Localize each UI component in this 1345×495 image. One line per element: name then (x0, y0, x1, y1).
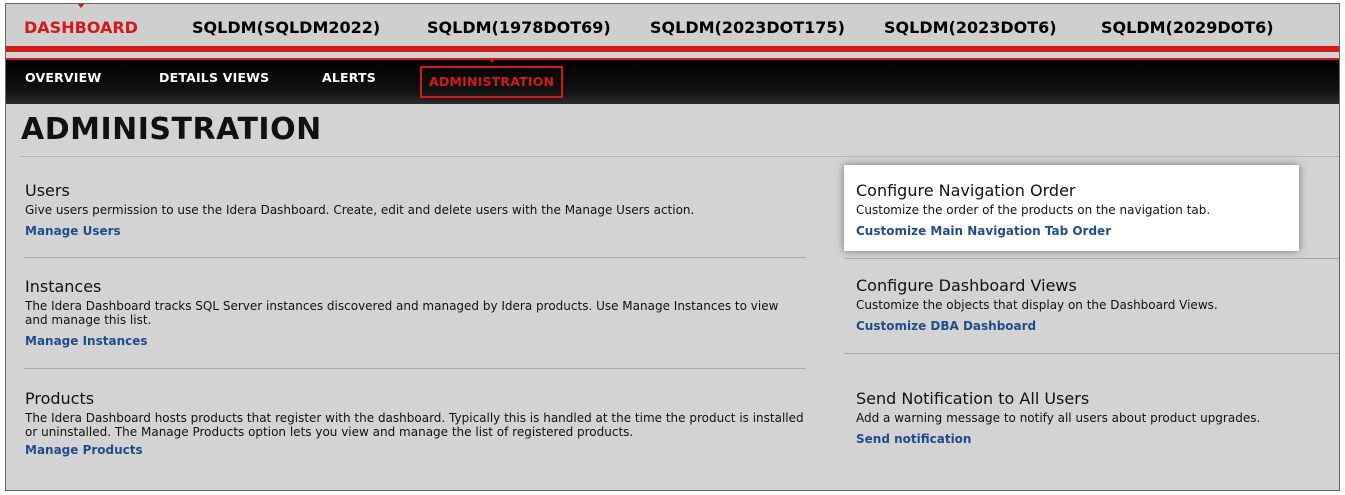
send-notification-section: Send Notification to All Users Add a war… (856, 389, 1336, 447)
tab-sqldm-2023dot175[interactable]: SQLDM(2023DOT175) (650, 4, 845, 52)
users-section: Users Give users permission to use the I… (25, 181, 815, 239)
configure-dashboard-views-description: Customize the objects that display on th… (856, 298, 1218, 312)
tab-dashboard[interactable]: DASHBOARD (24, 4, 138, 52)
subnav-overview[interactable]: OVERVIEW (25, 58, 101, 98)
subnav-administration[interactable]: ADMINISTRATION (420, 58, 564, 98)
page-title: ADMINISTRATION (21, 112, 322, 147)
section-divider (844, 353, 1339, 354)
instances-heading: Instances (25, 277, 102, 296)
tab-sqldm-1978dot69[interactable]: SQLDM(1978DOT69) (427, 4, 611, 52)
section-divider (844, 258, 1339, 259)
instances-description: The Idera Dashboard tracks SQL Server in… (25, 299, 779, 327)
customize-dba-dashboard-link[interactable]: Customize DBA Dashboard (856, 319, 1036, 333)
products-description: The Idera Dashboard hosts products that … (25, 411, 804, 439)
tab-sqldm-2029dot6[interactable]: SQLDM(2029DOT6) (1101, 4, 1274, 52)
send-notification-description: Add a warning message to notify all user… (856, 411, 1261, 425)
send-notification-link[interactable]: Send notification (856, 432, 971, 446)
configure-navigation-description: Customize the order of the products on t… (856, 203, 1211, 217)
configure-navigation-heading: Configure Navigation Order (856, 181, 1076, 200)
section-divider (24, 368, 806, 369)
subnav-details-views[interactable]: DETAILS VIEWS (159, 58, 269, 98)
title-divider (20, 156, 1339, 157)
customize-navigation-tab-order-link[interactable]: Customize Main Navigation Tab Order (856, 224, 1111, 238)
configure-dashboard-views-heading: Configure Dashboard Views (856, 276, 1077, 295)
manage-instances-link[interactable]: Manage Instances (25, 334, 148, 348)
manage-users-link[interactable]: Manage Users (25, 224, 121, 238)
instances-section: Instances The Idera Dashboard tracks SQL… (25, 277, 815, 349)
users-heading: Users (25, 181, 70, 200)
send-notification-heading: Send Notification to All Users (856, 389, 1090, 408)
subnav-alerts[interactable]: ALERTS (322, 58, 376, 98)
configure-dashboard-views-section: Configure Dashboard Views Customize the … (856, 276, 1336, 334)
product-tab-bar: DASHBOARD SQLDM(SQLDM2022) SQLDM(1978DOT… (6, 4, 1339, 52)
dashboard-frame: DASHBOARD SQLDM(SQLDM2022) SQLDM(1978DOT… (5, 3, 1340, 491)
configure-navigation-section: Configure Navigation Order Customize the… (856, 181, 1326, 239)
section-divider (24, 257, 806, 258)
sub-navigation-bar: OVERVIEW DETAILS VIEWS ALERTS ADMINISTRA… (6, 58, 1339, 104)
tab-sqldm-2023dot6[interactable]: SQLDM(2023DOT6) (884, 4, 1057, 52)
products-section: Products The Idera Dashboard hosts produ… (25, 389, 815, 458)
manage-products-link[interactable]: Manage Products (25, 443, 143, 457)
users-description: Give users permission to use the Idera D… (25, 203, 695, 217)
tab-sqldm-sqldm2022[interactable]: SQLDM(SQLDM2022) (192, 4, 380, 52)
products-heading: Products (25, 389, 95, 408)
